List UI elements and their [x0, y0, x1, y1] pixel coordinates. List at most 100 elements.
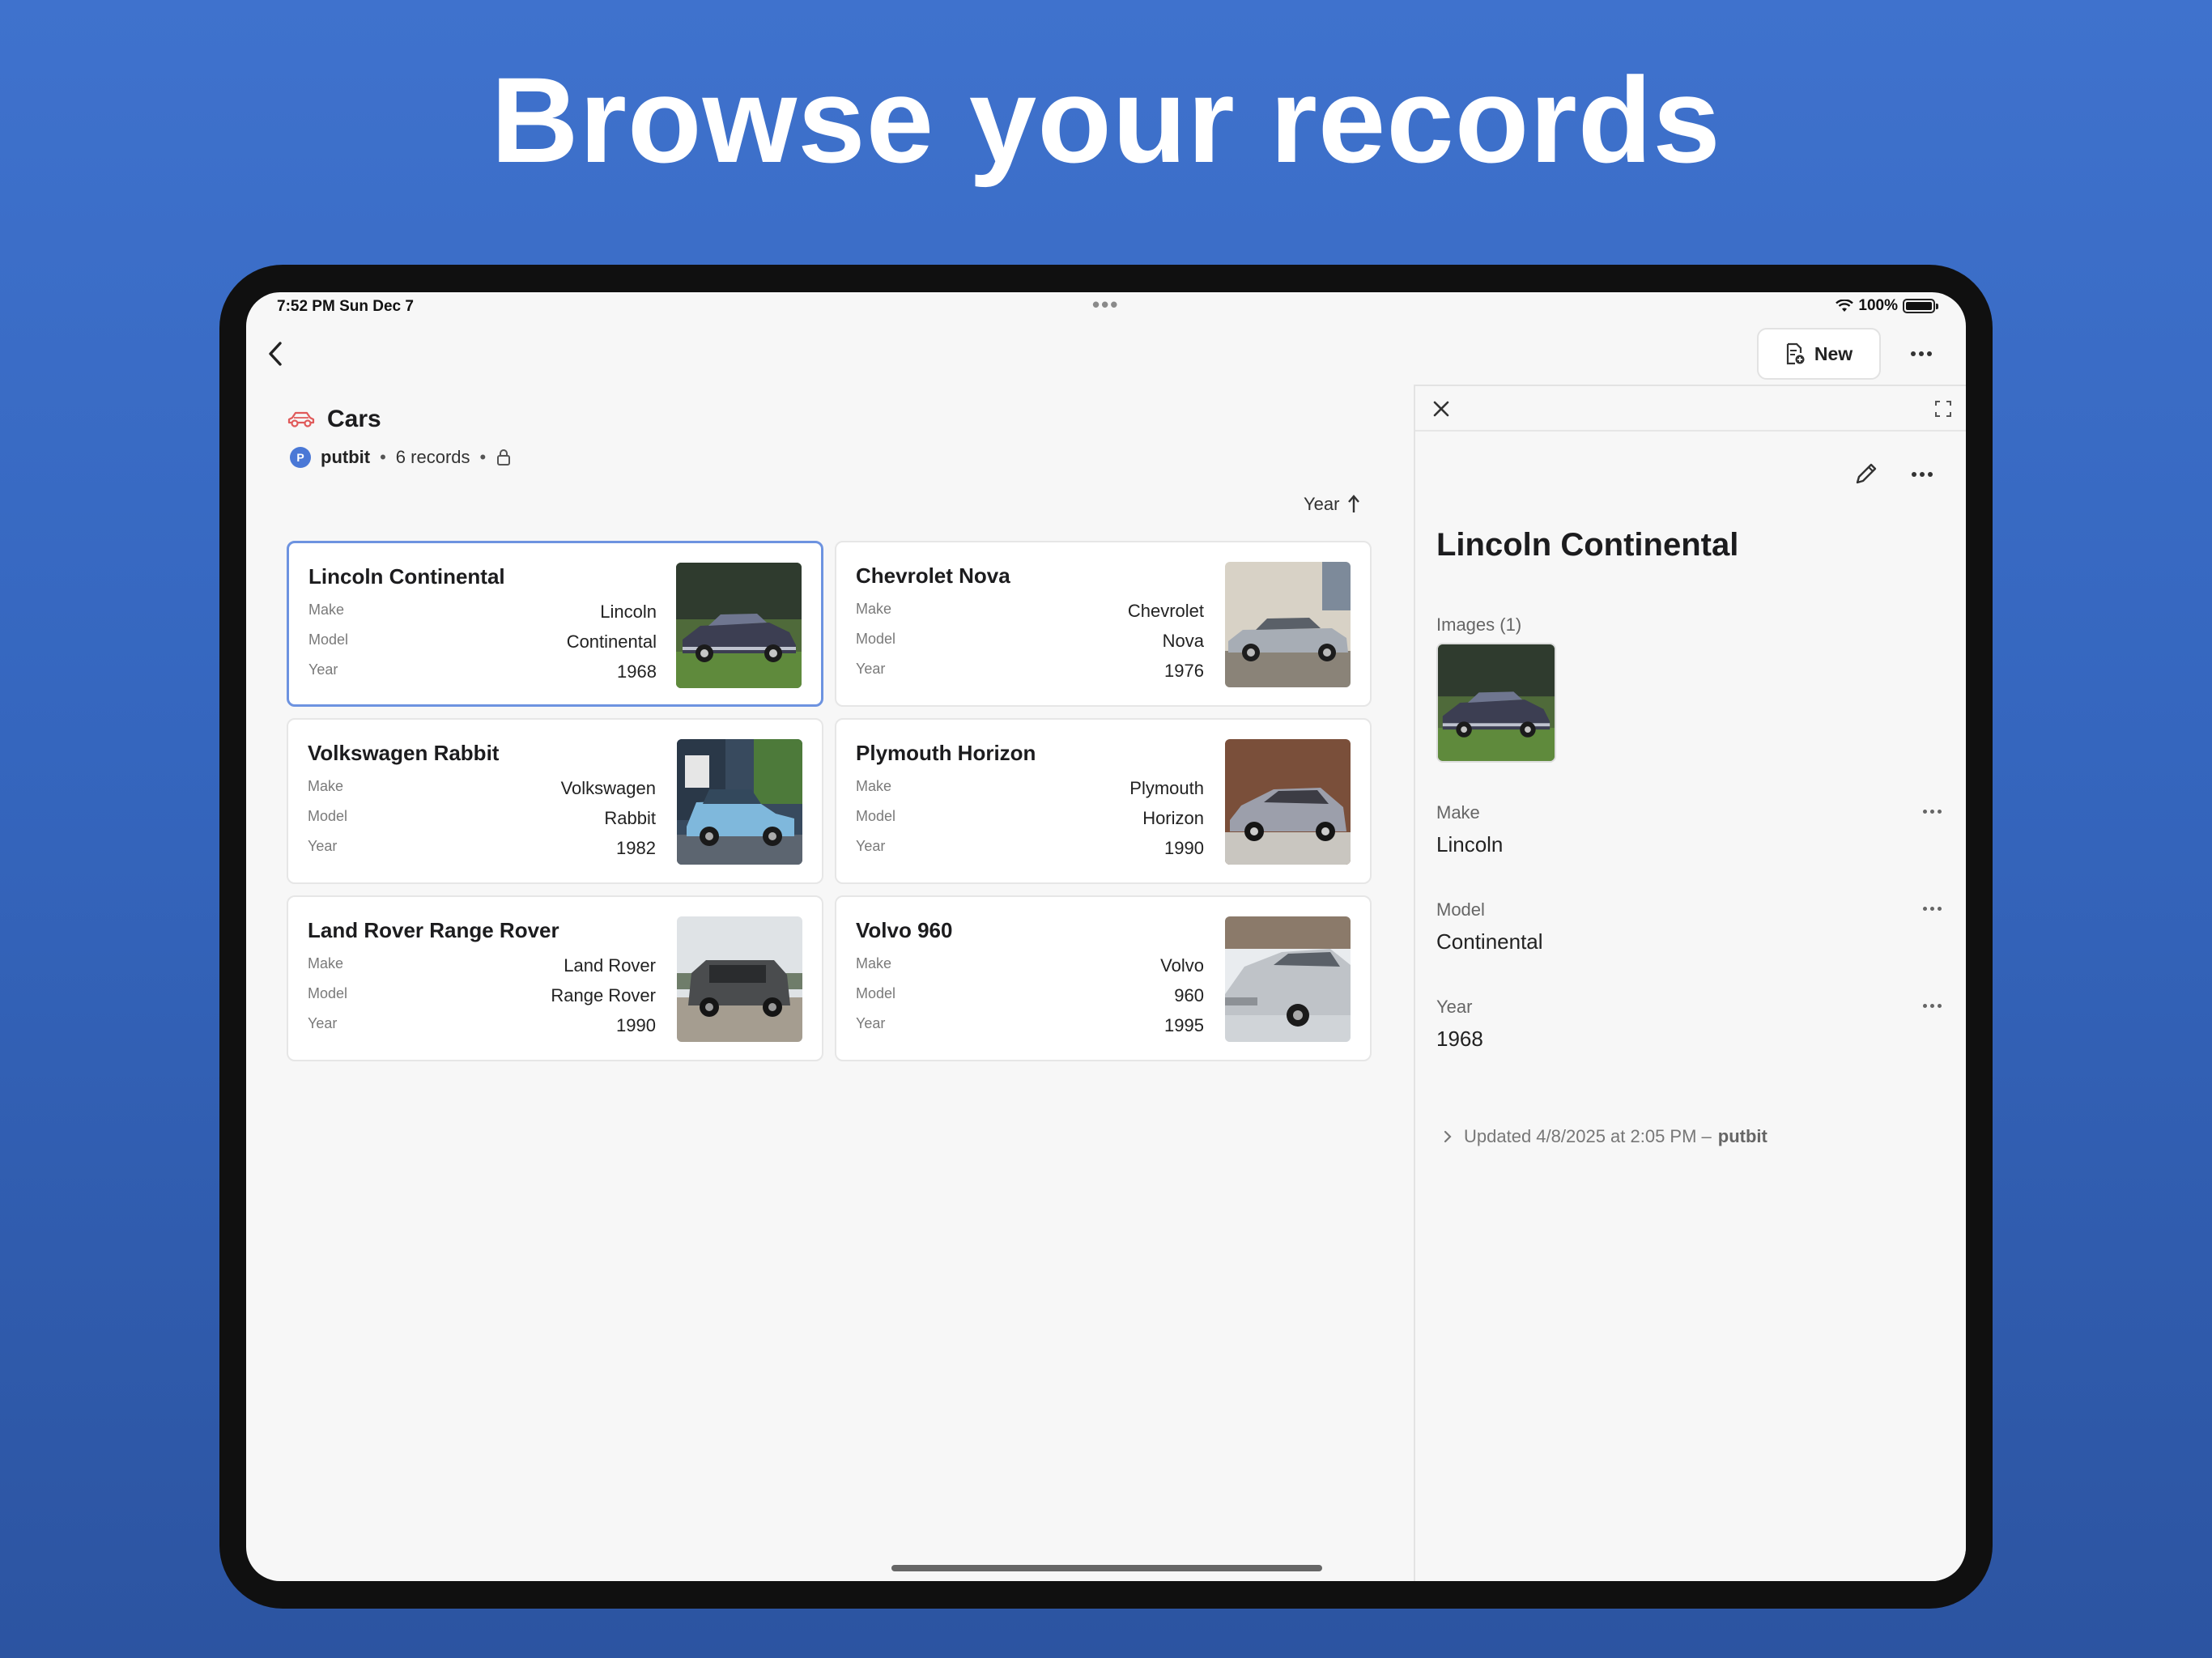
updated-by: putbit	[1717, 1126, 1767, 1146]
field-label: Make	[308, 955, 344, 971]
make-value[interactable]: Lincoln	[1436, 832, 1503, 857]
field-value: Nova	[1162, 631, 1204, 651]
new-document-icon	[1786, 342, 1805, 365]
field-value: 1976	[1164, 661, 1204, 681]
collection-meta: P putbit • 6 records •	[290, 447, 512, 468]
card-title: Volkswagen Rabbit	[308, 741, 500, 765]
record-card[interactable]: Chevrolet Nova Make Chevrolet Model Nova Y…	[835, 541, 1372, 707]
arrow-up-icon	[1348, 495, 1360, 512]
field-label: Year	[856, 838, 886, 854]
sort-control[interactable]: Year	[1304, 494, 1360, 515]
battery-icon	[1903, 299, 1938, 313]
lock-icon[interactable]	[496, 449, 512, 466]
field-label: Make	[856, 778, 892, 794]
record-count: 6 records	[395, 447, 470, 467]
car-photo-thumbnail	[676, 563, 802, 688]
page-headline: Browse your records	[491, 52, 1721, 188]
card-title: Lincoln Continental	[308, 564, 505, 589]
updated-text: Updated 4/8/2025 at 2:05 PM –	[1464, 1126, 1712, 1146]
field-label: Make	[856, 601, 892, 617]
owner-name[interactable]: putbit	[321, 447, 370, 468]
field-value: Land Rover	[564, 955, 656, 976]
year-label: Year	[1436, 997, 1473, 1017]
field-value: Lincoln	[600, 602, 657, 622]
field-label: Model	[856, 808, 896, 824]
car-photo-thumbnail	[677, 739, 802, 865]
meta-separator: •	[380, 447, 386, 467]
make-field-more-button[interactable]	[1917, 801, 1946, 822]
field-value: Volvo	[1160, 955, 1204, 976]
field-value: 1982	[616, 838, 656, 858]
record-more-button[interactable]	[1904, 462, 1940, 487]
field-value: 1968	[617, 661, 657, 682]
back-button[interactable]	[261, 334, 290, 373]
record-image[interactable]	[1436, 643, 1556, 763]
field-label: Make	[308, 602, 345, 618]
close-icon	[1433, 401, 1449, 417]
field-label: Model	[308, 985, 348, 1001]
new-record-button[interactable]: New	[1757, 328, 1881, 380]
model-label: Model	[1436, 899, 1485, 920]
owner-avatar[interactable]: P	[290, 447, 311, 468]
ellipsis-icon	[1911, 351, 1932, 356]
pencil-icon	[1856, 463, 1877, 484]
status-time: 7:52 PM Sun Dec 7	[277, 298, 414, 315]
model-value[interactable]: Continental	[1436, 929, 1543, 954]
car-icon	[287, 411, 315, 427]
record-card[interactable]: Volvo 960 Make Volvo Model 960 Year 1995	[835, 895, 1372, 1061]
field-value: Continental	[566, 631, 657, 652]
field-value: Horizon	[1142, 808, 1204, 828]
field-value: 960	[1174, 985, 1204, 1005]
car-photo-thumbnail	[1225, 916, 1351, 1042]
images-label: Images (1)	[1436, 614, 1522, 635]
field-value: Rabbit	[604, 808, 656, 828]
record-card[interactable]: Plymouth Horizon Make Plymouth Model Horiz…	[835, 718, 1372, 884]
year-value[interactable]: 1968	[1436, 1027, 1483, 1052]
card-title: Plymouth Horizon	[856, 741, 1036, 765]
multitasking-dots-icon[interactable]: •••	[1092, 292, 1119, 317]
record-title: Lincoln Continental	[1436, 527, 1739, 563]
expand-pane-button[interactable]	[1929, 394, 1958, 423]
record-card[interactable]: Land Rover Range Rover Make Land Rover Mo…	[287, 895, 823, 1061]
field-value: Plymouth	[1129, 778, 1204, 798]
car-photo-thumbnail	[1225, 739, 1351, 865]
field-label: Make	[308, 778, 344, 794]
home-indicator[interactable]	[891, 1565, 1322, 1571]
sort-label: Year	[1304, 494, 1340, 514]
field-label: Model	[308, 808, 348, 824]
new-button-label: New	[1814, 342, 1853, 364]
field-label: Model	[308, 631, 349, 648]
chevron-right-icon	[1444, 1130, 1452, 1143]
edit-record-button[interactable]	[1848, 456, 1884, 491]
collection-header: Cars	[287, 406, 381, 433]
field-label: Year	[308, 1015, 338, 1031]
ellipsis-icon	[1912, 472, 1933, 477]
field-value: 1990	[616, 1015, 656, 1035]
ellipsis-icon	[1922, 1003, 1942, 1008]
wifi-icon	[1836, 300, 1854, 312]
field-label: Year	[308, 661, 338, 678]
app-screen: 7:52 PM Sun Dec 7 ••• 100% New Cars P pu…	[246, 292, 1966, 1581]
car-photo-thumbnail	[677, 916, 802, 1042]
field-label: Model	[856, 631, 896, 647]
car-photo-thumbnail	[1225, 562, 1351, 687]
card-title: Volvo 960	[856, 918, 953, 942]
field-value: Chevrolet	[1127, 601, 1204, 621]
record-card[interactable]: Lincoln Continental Make Lincoln Model Con…	[287, 541, 823, 707]
model-field-more-button[interactable]	[1917, 898, 1946, 919]
update-history-toggle[interactable]: Updated 4/8/2025 at 2:05 PM – putbit	[1443, 1126, 1767, 1147]
meta-separator: •	[479, 447, 487, 467]
close-pane-button[interactable]	[1427, 394, 1456, 423]
field-label: Year	[856, 661, 886, 677]
more-options-button[interactable]	[1904, 339, 1939, 368]
record-detail-pane: Lincoln Continental Images (1) Make Linc…	[1414, 385, 1966, 1581]
make-label: Make	[1436, 802, 1480, 823]
field-value: Volkswagen	[560, 778, 656, 798]
card-title: Land Rover Range Rover	[308, 918, 559, 942]
battery-percent: 100%	[1858, 297, 1898, 314]
status-indicators: 100%	[1836, 297, 1938, 315]
year-field-more-button[interactable]	[1917, 995, 1946, 1016]
record-card[interactable]: Volkswagen Rabbit Make Volkswagen Model Ra…	[287, 718, 823, 884]
field-value: 1990	[1164, 838, 1204, 858]
field-label: Make	[856, 955, 892, 971]
